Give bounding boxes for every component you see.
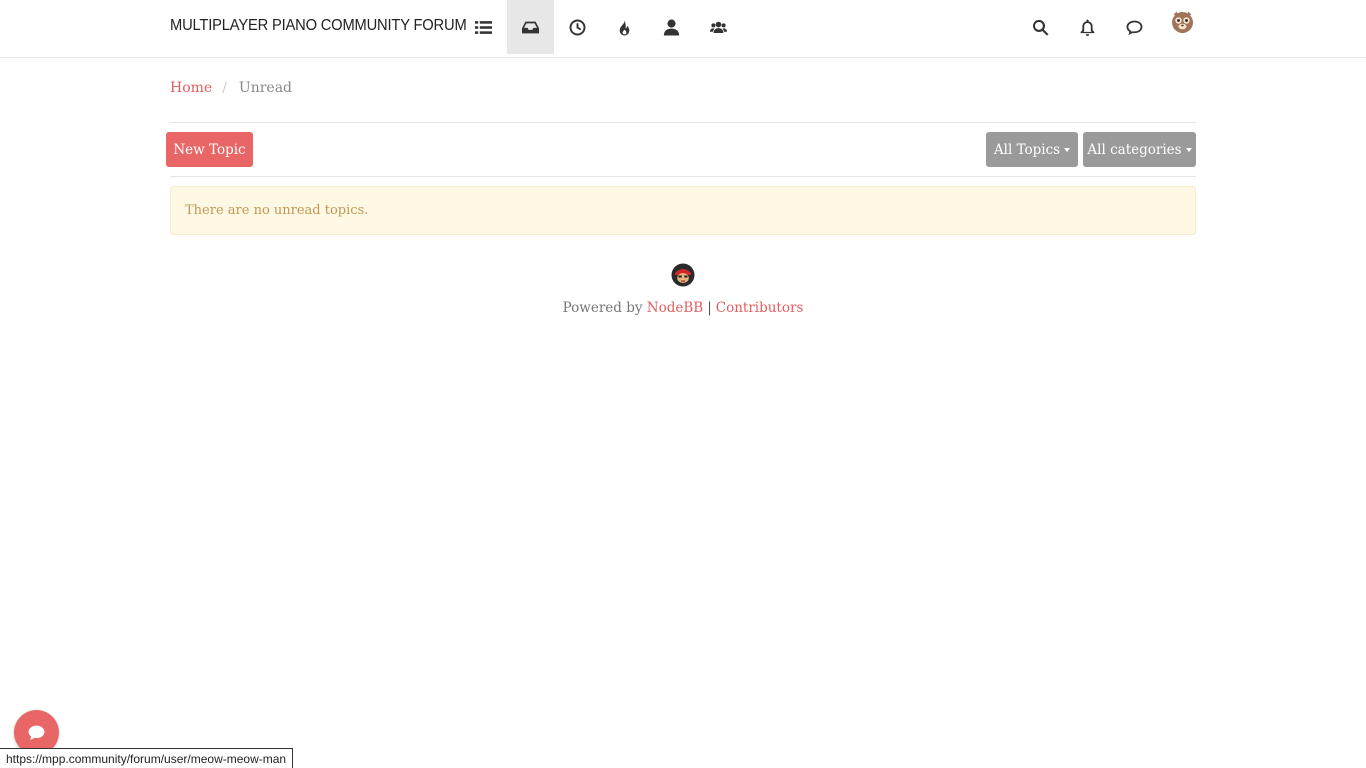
nav-unread-button[interactable] [507,0,554,54]
all-categories-dropdown[interactable]: All categories [1083,132,1196,167]
search-button[interactable] [1017,0,1064,54]
clock-icon [569,19,586,35]
forum-brand-title[interactable]: MULTIPLAYER PIANO COMMUNITY FORUM [170,17,467,35]
new-topic-button[interactable]: New Topic [166,132,253,167]
no-unread-alert: There are no unread topics. [170,186,1196,235]
list-icon [475,20,492,34]
caret-down-icon [1185,147,1192,152]
chat-icon [1126,20,1143,35]
nodebb-link[interactable]: NodeBB [647,300,703,316]
main-nav [460,0,742,54]
nav-users-button[interactable] [648,0,695,54]
comment-icon [28,725,45,740]
all-categories-label: All categories [1087,141,1182,158]
users-icon [710,21,727,33]
inbox-icon [522,21,539,33]
link-status-bar: https://mpp.community/forum/user/meow-me… [0,748,294,768]
fire-icon [619,19,630,35]
top-navbar: MULTIPLAYER PIANO COMMUNITY FORUM [0,0,1366,58]
nav-categories-button[interactable] [460,0,507,54]
breadcrumb-home-link[interactable]: Home [170,80,212,96]
breadcrumb-separator: / [222,80,227,96]
footer-separator: | [707,300,712,316]
chats-button[interactable] [1111,0,1158,54]
all-topics-label: All Topics [993,141,1061,158]
user-nav [1017,0,1158,54]
nav-recent-button[interactable] [554,0,601,54]
divider [170,176,1196,177]
bell-icon [1080,19,1095,36]
notifications-button[interactable] [1064,0,1111,54]
caret-down-icon [1064,147,1071,152]
nav-popular-button[interactable] [601,0,648,54]
user-icon [663,19,680,35]
search-icon [1032,19,1049,36]
alert-message: There are no unread topics. [185,203,369,218]
user-avatar[interactable] [1170,9,1195,34]
powered-by-text: Powered by [562,300,643,316]
divider [170,122,1196,123]
all-topics-dropdown[interactable]: All Topics [986,132,1078,167]
contributors-link[interactable]: Contributors [716,300,804,316]
breadcrumb: Home / Unread [170,80,292,96]
footer-credits: Powered by NodeBB | Contributors [0,300,1366,316]
nav-groups-button[interactable] [695,0,742,54]
breadcrumb-current: Unread [238,80,293,96]
footer-logo [671,263,695,287]
